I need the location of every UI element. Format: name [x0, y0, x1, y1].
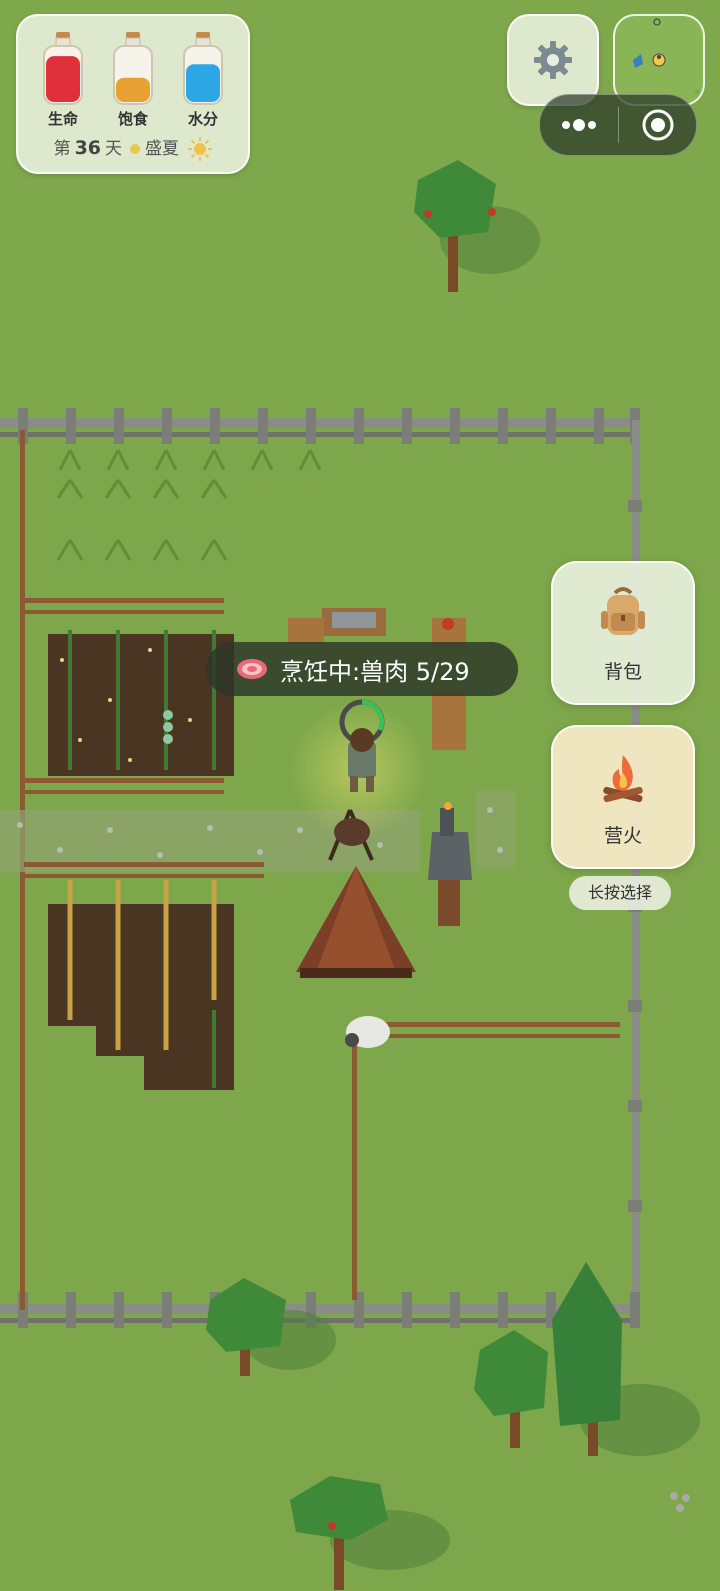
campfire-button[interactable]: 营火 — [551, 725, 695, 869]
water-label: 水分 — [187, 110, 218, 128]
health-bottle-icon — [43, 32, 83, 105]
sun-icon — [188, 137, 213, 161]
cooking-status-banner: 烹饪中:兽肉 5/29 — [206, 642, 518, 696]
target-close-icon — [642, 109, 673, 141]
backpack-button[interactable]: 背包 — [551, 561, 695, 705]
food-label: 饱食 — [117, 110, 148, 128]
backpack-icon — [601, 587, 645, 635]
health-label: 生命 — [47, 110, 78, 128]
minimap[interactable] — [613, 14, 705, 106]
day-prefix: 第 — [53, 139, 71, 159]
gear-icon — [534, 41, 572, 79]
campfire-icon — [603, 755, 643, 803]
minimap-view — [633, 18, 699, 94]
water-bottle-icon — [183, 32, 223, 105]
long-press-hint: 长按选择 — [569, 876, 671, 910]
food-bottle-icon — [113, 32, 153, 105]
cooking-text: 烹饪中:兽肉 5/29 — [280, 657, 470, 686]
soil-plot-top — [48, 630, 234, 776]
season-label: 盛夏 — [145, 139, 180, 159]
day-suffix: 天 — [105, 139, 123, 159]
day-number: 36 — [74, 137, 102, 159]
backpack-label: 背包 — [603, 661, 642, 683]
season-dot-icon — [130, 144, 141, 154]
close-button[interactable] — [619, 107, 696, 143]
status-panel: 生命 饱食 水分 第 36 天 盛夏 — [16, 14, 250, 174]
campfire-label: 营火 — [603, 825, 642, 847]
more-dots-icon — [562, 119, 596, 131]
settings-button[interactable] — [507, 14, 599, 106]
more-button[interactable] — [540, 119, 618, 131]
mini-program-capsule — [539, 94, 697, 156]
day-indicator: 第 36 天 盛夏 — [18, 134, 248, 161]
meat-icon — [236, 658, 268, 680]
